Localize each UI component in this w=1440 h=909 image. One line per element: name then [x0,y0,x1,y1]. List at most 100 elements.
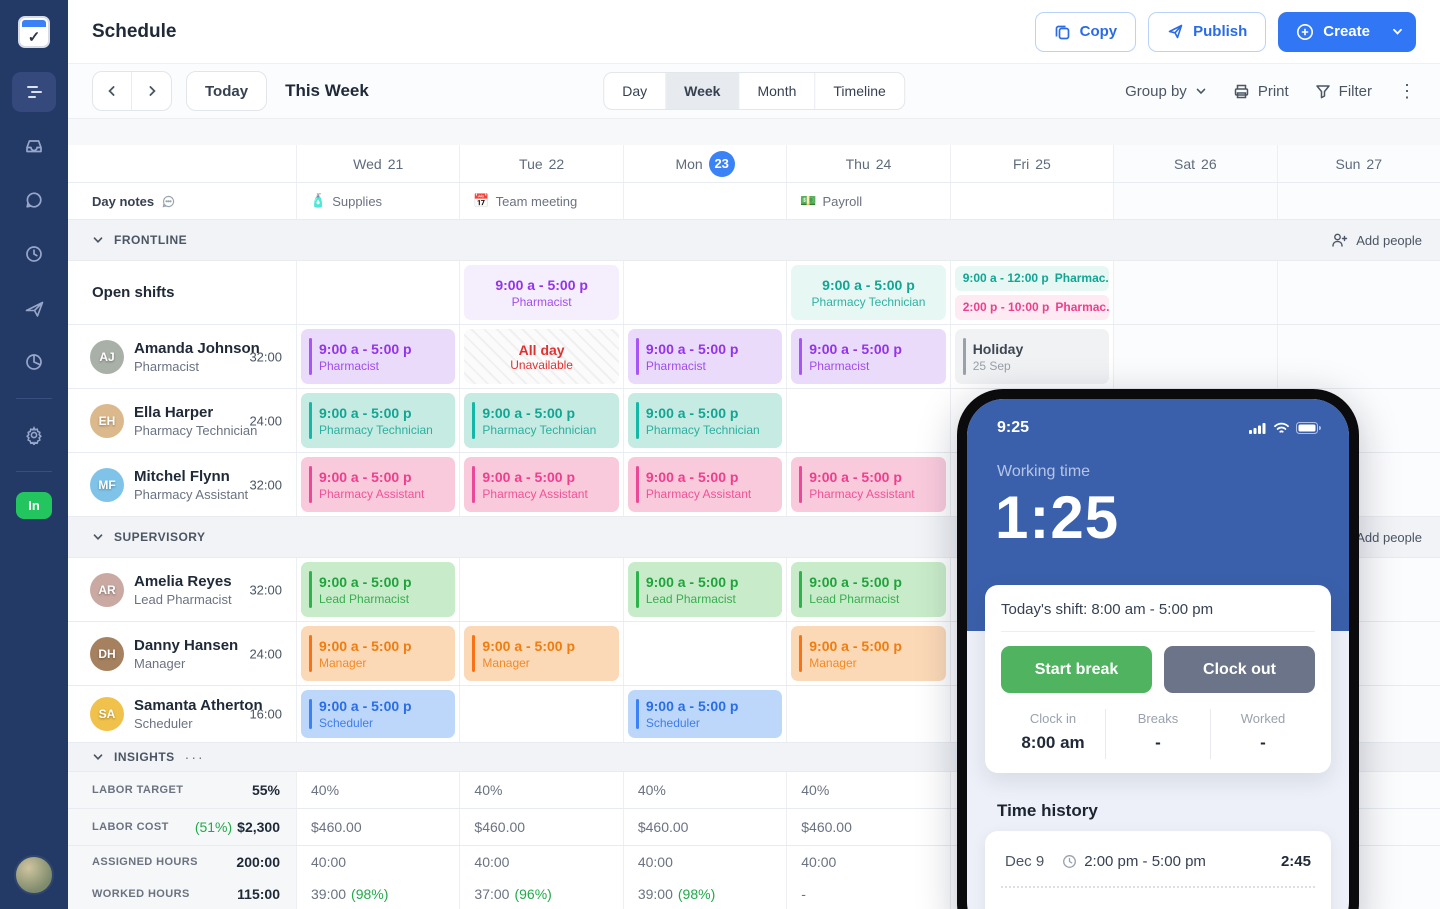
shift-chip[interactable]: 9:00 a - 5:00 pPharmacy Technician [301,393,455,448]
create-chevron-down-icon[interactable] [1391,25,1404,38]
schedule-cell[interactable] [1114,261,1277,324]
clocked-in-badge[interactable]: In [16,492,52,519]
start-break-button[interactable]: Start break [1001,646,1152,693]
schedule-cell[interactable]: 9:00 a - 5:00 pPharmacist [624,325,787,388]
shift-chip[interactable]: 9:00 a - 5:00 pLead Pharmacist [301,562,455,617]
day-note[interactable]: 🧴Supplies [297,183,460,219]
schedule-cell[interactable] [1278,261,1440,324]
schedule-cell[interactable]: 9:00 a - 5:00 pPharmacy Assistant [624,453,787,516]
schedule-cell[interactable]: 9:00 a - 5:00 pPharmacy Technician [787,261,950,324]
create-button[interactable]: Create [1278,12,1416,52]
sidebar-item-time-off[interactable] [12,288,56,328]
shift-chip[interactable]: 9:00 a - 5:00 pPharmacy Assistant [301,457,455,512]
schedule-cell[interactable]: 9:00 a - 5:00 pPharmacy Technician [460,389,623,452]
insights-toggle[interactable]: INSIGHTS [92,750,175,764]
shift-chip[interactable]: 9:00 a - 5:00 pPharmacist [628,329,782,384]
schedule-cell[interactable] [787,686,950,742]
schedule-cell[interactable]: 9:00 a - 5:00 pLead Pharmacist [297,558,460,621]
user-avatar[interactable] [14,855,54,895]
day-column-header[interactable]: Sun27 [1278,145,1440,182]
shift-chip[interactable]: 9:00 a - 5:00 pPharmacy Assistant [628,457,782,512]
shift-chip[interactable]: 9:00 a - 5:00 pScheduler [301,690,455,738]
schedule-cell[interactable]: 9:00 a - 5:00 pPharmacy Assistant [297,453,460,516]
section-toggle[interactable]: FRONTLINE [92,233,187,247]
day-column-header[interactable]: Wed21 [297,145,460,182]
schedule-cell[interactable]: 9:00 a - 5:00 pManager [460,622,623,685]
day-cell[interactable] [624,183,787,219]
clock-out-button[interactable]: Clock out [1164,646,1315,693]
schedule-cell[interactable]: Holiday25 Sep [951,325,1114,388]
schedule-cell[interactable]: 9:00 a - 12:00 pPharmac... 2:00 p - 10:00… [951,261,1114,324]
shift-chip[interactable]: 9:00 a - 5:00 pLead Pharmacist [791,562,945,617]
schedule-cell[interactable] [624,622,787,685]
time-history-row[interactable]: Dec 9 2:00 pm - 5:00 pm 2:45 [1001,835,1315,888]
day-column-header[interactable]: Fri25 [951,145,1114,182]
employee-cell[interactable]: MFMitchel FlynnPharmacy Assistant32:00 [68,453,297,516]
shift-chip[interactable]: 9:00 a - 5:00 pPharmacy Technician [628,393,782,448]
schedule-cell[interactable]: 9:00 a - 5:00 pScheduler [297,686,460,742]
unavailable-chip[interactable]: All dayUnavailable [464,329,618,384]
day-cell[interactable] [951,183,1114,219]
holiday-chip[interactable]: Holiday25 Sep [955,329,1109,384]
employee-cell[interactable]: EHElla HarperPharmacy Technician24:00 [68,389,297,452]
next-week-button[interactable] [132,72,171,110]
schedule-cell[interactable] [1278,325,1440,388]
schedule-cell[interactable]: 9:00 a - 5:00 pPharmacy Technician [297,389,460,452]
view-tab-month[interactable]: Month [739,73,815,109]
employee-cell[interactable]: ARAmelia ReyesLead Pharmacist32:00 [68,558,297,621]
employee-cell[interactable]: DHDanny HansenManager24:00 [68,622,297,685]
day-column-header[interactable]: Mon23 [624,145,787,182]
add-people-button[interactable]: Add people [1331,232,1422,248]
print-button[interactable]: Print [1233,83,1289,100]
section-toggle[interactable]: SUPERVISORY [92,530,206,544]
schedule-cell[interactable] [787,389,950,452]
more-options-button[interactable]: ⋮ [1398,81,1416,102]
day-column-header[interactable]: Thu24 [787,145,950,182]
schedule-cell[interactable] [460,686,623,742]
employee-cell[interactable]: SASamanta AthertonScheduler16:00 [68,686,297,742]
open-shift-chip[interactable]: 9:00 a - 5:00 pPharmacist [464,265,618,320]
view-tab-week[interactable]: Week [666,73,739,109]
schedule-cell[interactable]: 9:00 a - 5:00 pPharmacy Assistant [460,453,623,516]
view-tab-timeline[interactable]: Timeline [815,73,903,109]
schedule-cell[interactable]: All dayUnavailable [460,325,623,388]
schedule-cell[interactable] [624,261,787,324]
schedule-cell[interactable]: 9:00 a - 5:00 pPharmacist [297,325,460,388]
schedule-cell[interactable]: 9:00 a - 5:00 pScheduler [624,686,787,742]
group-by-dropdown[interactable]: Group by [1125,83,1207,100]
shift-chip[interactable]: 9:00 a - 5:00 pLead Pharmacist [628,562,782,617]
mini-shift-chip[interactable]: 2:00 p - 10:00 pPharmac... [955,295,1109,320]
schedule-cell[interactable]: 9:00 a - 5:00 pManager [297,622,460,685]
publish-button[interactable]: Publish [1148,12,1266,52]
day-column-header[interactable]: Sat26 [1114,145,1277,182]
day-column-header[interactable]: Tue22 [460,145,623,182]
shift-chip[interactable]: 9:00 a - 5:00 pPharmacy Assistant [791,457,945,512]
schedule-cell[interactable]: 9:00 a - 5:00 pPharmacy Assistant [787,453,950,516]
open-shifts-label-cell[interactable]: Open shifts [68,261,297,324]
sidebar-item-messages[interactable] [12,180,56,220]
shift-chip[interactable]: 9:00 a - 5:00 pManager [791,626,945,681]
sidebar-item-time-clock[interactable] [12,234,56,274]
day-cell[interactable] [1278,183,1440,219]
employee-cell[interactable]: AJAmanda JohnsonPharmacist32:00 [68,325,297,388]
mini-shift-chip[interactable]: 9:00 a - 12:00 pPharmac... [955,266,1109,291]
sidebar-item-inbox[interactable] [12,126,56,166]
today-button[interactable]: Today [186,71,267,111]
schedule-cell[interactable] [1114,325,1277,388]
schedule-cell[interactable]: 9:00 a - 5:00 pManager [787,622,950,685]
sidebar-item-reports[interactable] [12,342,56,382]
schedule-cell[interactable]: 9:00 a - 5:00 pPharmacy Technician [624,389,787,452]
shift-chip[interactable]: 9:00 a - 5:00 pManager [301,626,455,681]
sidebar-item-schedule[interactable] [12,72,56,112]
day-note[interactable]: 📅Team meeting [460,183,623,219]
schedule-cell[interactable] [460,558,623,621]
sidebar-item-settings[interactable] [12,415,56,455]
day-note[interactable]: 💵Payroll [787,183,950,219]
shift-chip[interactable]: 9:00 a - 5:00 pScheduler [628,690,782,738]
shift-chip[interactable]: 9:00 a - 5:00 pPharmacist [301,329,455,384]
shift-chip[interactable]: 9:00 a - 5:00 pPharmacist [791,329,945,384]
schedule-cell[interactable]: 9:00 a - 5:00 pLead Pharmacist [624,558,787,621]
open-shift-chip[interactable]: 9:00 a - 5:00 pPharmacy Technician [791,265,945,320]
shift-chip[interactable]: 9:00 a - 5:00 pManager [464,626,618,681]
schedule-cell[interactable]: 9:00 a - 5:00 pLead Pharmacist [787,558,950,621]
